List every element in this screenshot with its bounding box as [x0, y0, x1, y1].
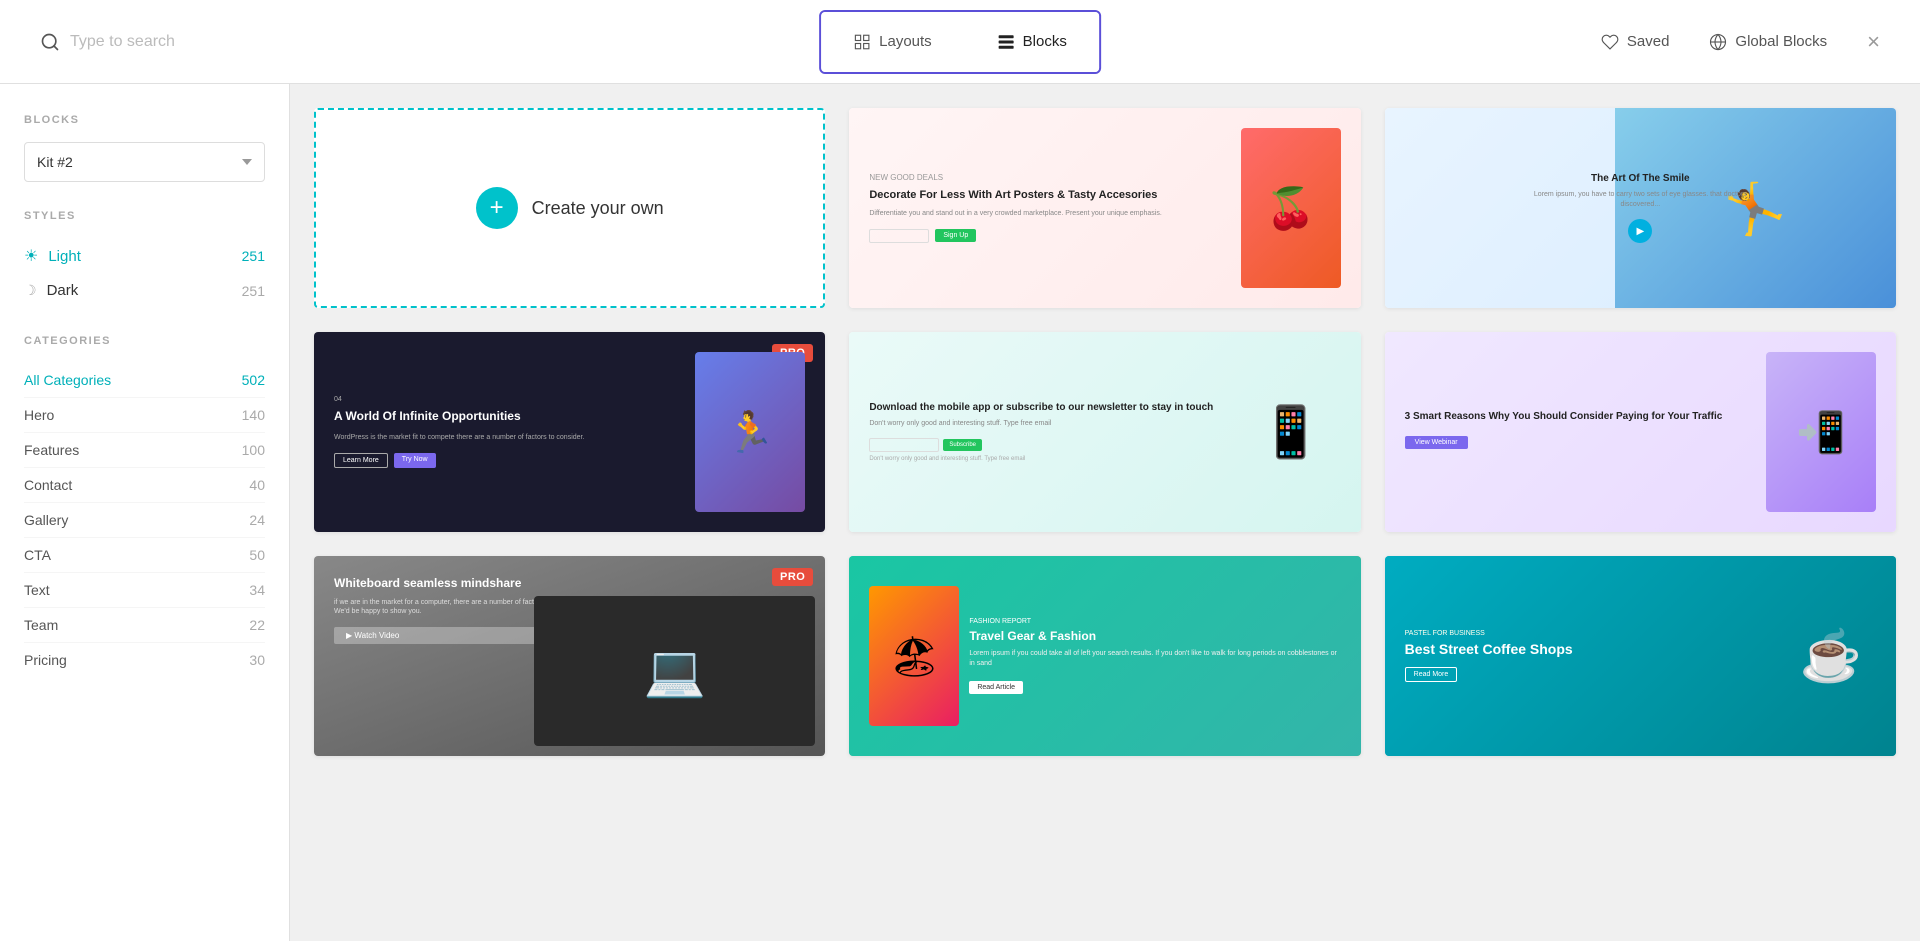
category-features-label: Features	[24, 442, 79, 458]
block-card-whiteboard[interactable]: PRO Whiteboard seamless mindshare if we …	[314, 556, 825, 756]
close-button[interactable]: ×	[1867, 31, 1880, 53]
sidebar: BLOCKS Kit #2 STYLES ☀ Light 251 ☽ Dark …	[0, 84, 290, 941]
category-text[interactable]: Text 34	[24, 573, 265, 608]
style-dark-count: 251	[242, 283, 265, 299]
style-dark-label: Dark	[47, 282, 79, 299]
tab-blocks-label: Blocks	[1023, 33, 1067, 50]
tab-group: Layouts Blocks	[819, 10, 1101, 74]
tab-layouts-label: Layouts	[879, 33, 932, 50]
block-card-coffee[interactable]: PASTEL FOR BUSINESS Best Street Coffee S…	[1385, 556, 1896, 756]
category-hero-count: 140	[242, 407, 265, 423]
blocks-section-title: BLOCKS	[24, 114, 265, 126]
category-features-count: 100	[242, 442, 265, 458]
create-plus-icon: +	[476, 187, 518, 229]
tab-blocks[interactable]: Blocks	[965, 12, 1099, 72]
moon-icon: ☽	[24, 282, 37, 299]
style-light-count: 251	[242, 248, 265, 264]
category-gallery-count: 24	[249, 512, 265, 528]
create-own-card[interactable]: + Create your own	[314, 108, 825, 308]
category-features[interactable]: Features 100	[24, 433, 265, 468]
styles-section-title: STYLES	[24, 210, 265, 222]
search-placeholder: Type to search	[70, 33, 175, 51]
category-gallery[interactable]: Gallery 24	[24, 503, 265, 538]
pro-badge-2: PRO	[772, 568, 813, 586]
category-pricing[interactable]: Pricing 30	[24, 643, 265, 677]
category-all[interactable]: All Categories 502	[24, 363, 265, 398]
category-gallery-label: Gallery	[24, 512, 68, 528]
blocks-icon	[997, 33, 1015, 51]
blocks-grid: + Create your own NEW GOOD DEALS Decorat…	[314, 108, 1896, 756]
global-blocks-label: Global Blocks	[1735, 33, 1827, 50]
header: Type to search Layouts Blocks Saved	[0, 0, 1920, 84]
category-contact[interactable]: Contact 40	[24, 468, 265, 503]
category-all-count: 502	[242, 372, 265, 388]
saved-button[interactable]: Saved	[1601, 33, 1670, 51]
category-team-count: 22	[249, 617, 265, 633]
block-card-smart-reasons[interactable]: 3 Smart Reasons Why You Should Consider …	[1385, 332, 1896, 532]
global-blocks-button[interactable]: Global Blocks	[1709, 33, 1827, 51]
sun-icon: ☀	[24, 246, 38, 266]
categories-section: CATEGORIES All Categories 502 Hero 140 F…	[24, 335, 265, 677]
block-card-travel[interactable]: 🏖 FASHION REPORT Travel Gear & Fashion L…	[849, 556, 1360, 756]
category-hero-label: Hero	[24, 407, 54, 423]
category-cta[interactable]: CTA 50	[24, 538, 265, 573]
kit-select[interactable]: Kit #2	[24, 142, 265, 182]
header-right: Saved Global Blocks ×	[1601, 31, 1880, 53]
style-light-label: Light	[48, 248, 81, 265]
tab-layouts[interactable]: Layouts	[821, 12, 964, 72]
category-text-count: 34	[249, 582, 265, 598]
style-light[interactable]: ☀ Light 251	[24, 238, 265, 274]
blocks-content: + Create your own NEW GOOD DEALS Decorat…	[290, 84, 1920, 941]
category-team-label: Team	[24, 617, 58, 633]
category-all-label: All Categories	[24, 372, 111, 388]
create-label: Create your own	[532, 198, 664, 219]
main-content: BLOCKS Kit #2 STYLES ☀ Light 251 ☽ Dark …	[0, 84, 1920, 941]
category-text-label: Text	[24, 582, 50, 598]
category-contact-label: Contact	[24, 477, 72, 493]
search-bar[interactable]: Type to search	[40, 32, 175, 52]
category-team[interactable]: Team 22	[24, 608, 265, 643]
block-card-cherry[interactable]: NEW GOOD DEALS Decorate For Less With Ar…	[849, 108, 1360, 308]
block-card-mobile-app[interactable]: Download the mobile app or subscribe to …	[849, 332, 1360, 532]
styles-section: STYLES ☀ Light 251 ☽ Dark 251	[24, 210, 265, 307]
globe-icon	[1709, 33, 1727, 51]
search-icon	[40, 32, 60, 52]
saved-label: Saved	[1627, 33, 1670, 50]
category-cta-count: 50	[249, 547, 265, 563]
category-pricing-label: Pricing	[24, 652, 67, 668]
block-card-crowdrise[interactable]: PRO 04 A World Of Infinite Opportunities…	[314, 332, 825, 532]
layouts-icon	[853, 33, 871, 51]
block-card-dental[interactable]: The Art Of The Smile Lorem ipsum, you ha…	[1385, 108, 1896, 308]
categories-title: CATEGORIES	[24, 335, 265, 347]
category-contact-count: 40	[249, 477, 265, 493]
heart-icon	[1601, 33, 1619, 51]
category-hero[interactable]: Hero 140	[24, 398, 265, 433]
style-dark[interactable]: ☽ Dark 251	[24, 274, 265, 307]
category-cta-label: CTA	[24, 547, 51, 563]
category-pricing-count: 30	[249, 652, 265, 668]
